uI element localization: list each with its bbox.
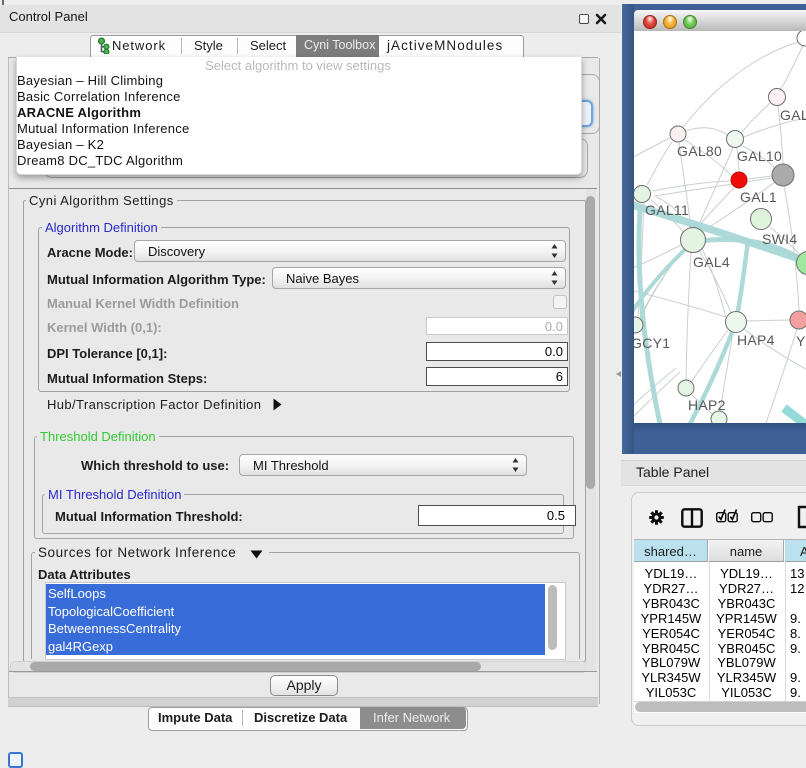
svg-text:GAL1: GAL1: [740, 189, 777, 205]
svg-text:GAL80: GAL80: [677, 143, 722, 159]
svg-text:GAL10: GAL10: [737, 148, 782, 164]
svg-text:GAL11: GAL11: [645, 202, 689, 218]
svg-text:HAP4: HAP4: [737, 332, 775, 348]
svg-text:SWI4: SWI4: [762, 231, 797, 247]
svg-text:GAL7: GAL7: [780, 107, 806, 123]
svg-text:YP: YP: [796, 333, 806, 349]
svg-text:GAL4: GAL4: [693, 254, 730, 270]
svg-text:HAP2: HAP2: [688, 397, 726, 413]
svg-text:GCY1: GCY1: [634, 335, 670, 351]
